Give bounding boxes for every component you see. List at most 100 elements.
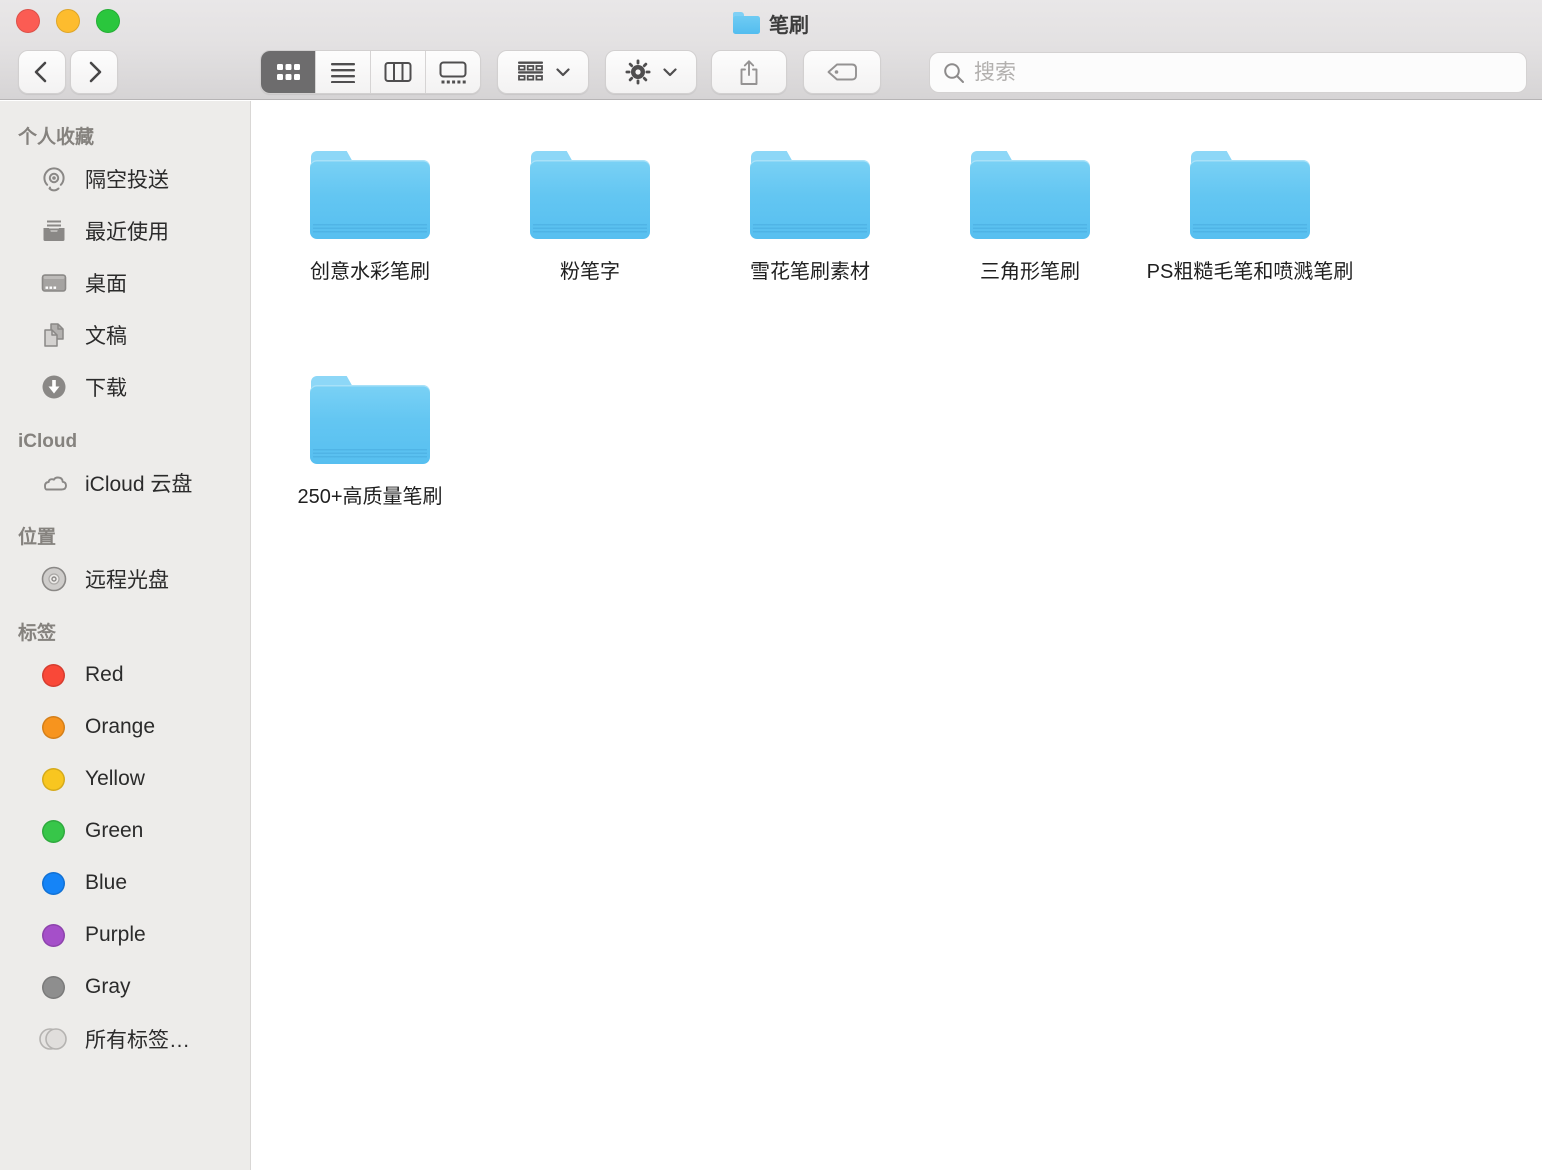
folder-name: 粉笔字 <box>560 257 620 288</box>
list-view-button[interactable] <box>316 51 371 93</box>
sidebar-item-label: Purple <box>85 923 146 947</box>
sidebar-item-downloads[interactable]: 下载 <box>0 361 250 413</box>
folder-name: 250+高质量笔刷 <box>297 482 442 513</box>
folder-item[interactable]: 雪花笔刷素材 <box>700 151 920 376</box>
sidebar-section-favorites: 个人收藏 <box>18 123 250 153</box>
recents-icon <box>38 215 70 247</box>
sidebar-item-desktop[interactable]: 桌面 <box>0 257 250 309</box>
sidebar-item-all-tags[interactable]: 所有标签… <box>0 1013 250 1065</box>
gear-icon <box>625 59 651 85</box>
list-view-icon <box>330 61 356 83</box>
share-button[interactable] <box>711 50 787 94</box>
sidebar-item-tag-red[interactable]: Red <box>0 649 250 701</box>
window-header: 笔刷 <box>0 0 1542 100</box>
group-by-icon <box>517 61 544 83</box>
sidebar-item-label: iCloud 云盘 <box>85 468 192 498</box>
sidebar-item-label: 文稿 <box>85 320 127 350</box>
tag-gray-icon <box>42 976 65 999</box>
icon-view-button[interactable] <box>261 51 316 93</box>
gallery-view-button[interactable] <box>426 51 480 93</box>
folder-name: PS粗糙毛笔和喷溅笔刷 <box>1147 257 1354 288</box>
airdrop-icon <box>38 163 70 195</box>
sidebar-item-label: Blue <box>85 871 127 895</box>
folder-icon <box>970 151 1090 239</box>
sidebar-section-icloud: iCloud <box>18 427 250 457</box>
sidebar-item-tag-orange[interactable]: Orange <box>0 701 250 753</box>
search-icon <box>942 61 966 85</box>
tag-blue-icon <box>42 872 65 895</box>
grid-view-icon <box>275 61 302 84</box>
folder-icon <box>733 12 760 34</box>
chevron-down-icon <box>663 68 677 77</box>
sidebar-item-label: 远程光盘 <box>85 564 169 594</box>
search-input[interactable] <box>974 61 1514 85</box>
icon-grid: 创意水彩笔刷 粉笔字 雪花笔刷素材 三角形笔刷 PS粗糙毛笔和喷溅笔刷 250+… <box>252 101 1367 601</box>
sidebar-item-label: 下载 <box>85 372 127 402</box>
folder-item[interactable]: PS粗糙毛笔和喷溅笔刷 <box>1140 151 1360 376</box>
chevron-left-icon <box>31 60 53 84</box>
all-tags-icon <box>38 1023 70 1055</box>
tag-red-icon <box>42 664 65 687</box>
gallery-view-icon <box>439 61 467 84</box>
chevron-down-icon <box>556 68 570 77</box>
sidebar-section-tags: 标签 <box>18 619 250 649</box>
sidebar-section-locations: 位置 <box>18 523 250 553</box>
sidebar: 个人收藏 隔空投送 最近使用 <box>0 101 251 1170</box>
sidebar-item-documents[interactable]: 文稿 <box>0 309 250 361</box>
tag-purple-icon <box>42 924 65 947</box>
sidebar-item-recents[interactable]: 最近使用 <box>0 205 250 257</box>
group-button[interactable] <box>497 50 589 94</box>
folder-name: 雪花笔刷素材 <box>750 257 870 288</box>
forward-button[interactable] <box>70 50 118 94</box>
tag-icon <box>825 61 859 83</box>
folder-icon <box>750 151 870 239</box>
column-view-button[interactable] <box>371 51 426 93</box>
tag-orange-icon <box>42 716 65 739</box>
folder-item[interactable]: 三角形笔刷 <box>920 151 1140 376</box>
sidebar-item-label: 最近使用 <box>85 216 169 246</box>
sidebar-item-label: 桌面 <box>85 268 127 298</box>
window-title: 笔刷 <box>769 9 809 38</box>
search-field <box>929 52 1527 93</box>
sidebar-item-label: Gray <box>85 975 131 999</box>
folder-icon <box>310 151 430 239</box>
sidebar-item-label: Orange <box>85 715 155 739</box>
sidebar-item-label: 所有标签… <box>85 1024 190 1054</box>
cloud-icon <box>38 467 70 499</box>
downloads-icon <box>38 371 70 403</box>
share-icon <box>737 59 761 86</box>
sidebar-item-label: Green <box>85 819 143 843</box>
documents-icon <box>38 319 70 351</box>
sidebar-item-remote-disc[interactable]: 远程光盘 <box>0 553 250 605</box>
folder-icon <box>530 151 650 239</box>
tag-button[interactable] <box>803 50 881 94</box>
sidebar-item-label: 隔空投送 <box>85 164 169 194</box>
folder-item[interactable]: 创意水彩笔刷 <box>260 151 480 376</box>
disc-icon <box>38 563 70 595</box>
sidebar-item-tag-purple[interactable]: Purple <box>0 909 250 961</box>
folder-contents: 创意水彩笔刷 粉笔字 雪花笔刷素材 三角形笔刷 PS粗糙毛笔和喷溅笔刷 250+… <box>252 101 1542 1170</box>
desktop-icon <box>38 267 70 299</box>
column-view-icon <box>384 61 412 83</box>
view-switcher <box>260 50 481 94</box>
sidebar-item-tag-green[interactable]: Green <box>0 805 250 857</box>
window-title-area: 笔刷 <box>0 8 1542 38</box>
back-button[interactable] <box>18 50 66 94</box>
sidebar-item-tag-gray[interactable]: Gray <box>0 961 250 1013</box>
folder-item[interactable]: 粉笔字 <box>480 151 700 376</box>
action-button[interactable] <box>605 50 697 94</box>
sidebar-item-icloud-drive[interactable]: iCloud 云盘 <box>0 457 250 509</box>
sidebar-item-tag-blue[interactable]: Blue <box>0 857 250 909</box>
folder-icon <box>310 376 430 464</box>
sidebar-item-airdrop[interactable]: 隔空投送 <box>0 153 250 205</box>
sidebar-item-label: Red <box>85 663 124 687</box>
tag-green-icon <box>42 820 65 843</box>
sidebar-item-tag-yellow[interactable]: Yellow <box>0 753 250 805</box>
folder-name: 创意水彩笔刷 <box>310 257 430 288</box>
chevron-right-icon <box>83 60 105 84</box>
folder-item[interactable]: 250+高质量笔刷 <box>260 376 480 601</box>
tag-yellow-icon <box>42 768 65 791</box>
folder-icon <box>1190 151 1310 239</box>
folder-name: 三角形笔刷 <box>980 257 1080 288</box>
sidebar-item-label: Yellow <box>85 767 145 791</box>
